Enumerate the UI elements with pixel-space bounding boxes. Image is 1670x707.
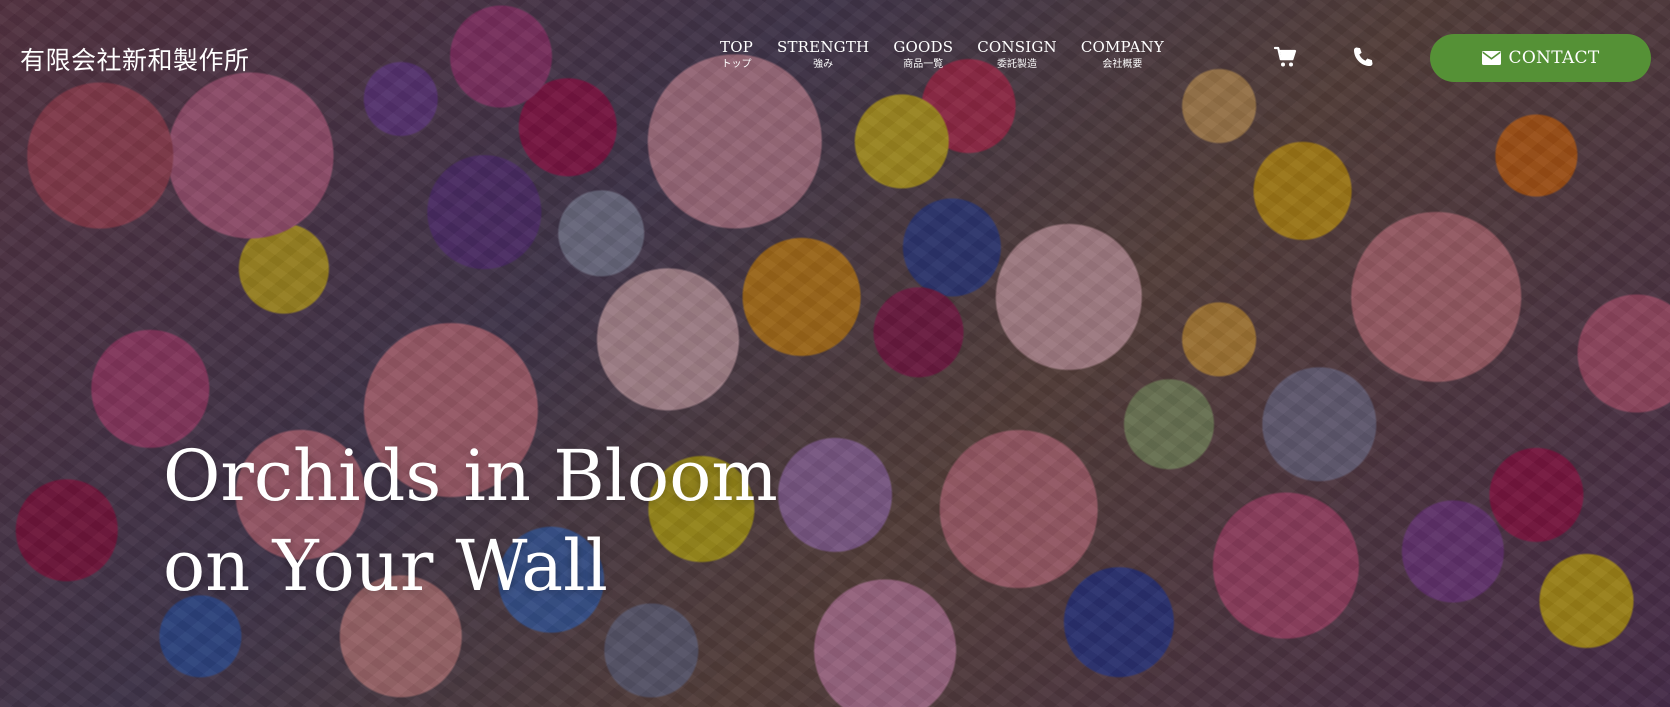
contact-label: CONTACT xyxy=(1508,48,1600,68)
headline-line-2: on Your Wall xyxy=(163,525,608,607)
nav-item-company[interactable]: COMPANY 会社概要 xyxy=(1081,38,1164,72)
hero-section: 有限会社新和製作所 TOP トップ STRENGTH 強み GOODS 商品一覧… xyxy=(0,0,1670,707)
nav-item-strength[interactable]: STRENGTH 強み xyxy=(777,38,869,72)
phone-button[interactable] xyxy=(1350,44,1376,70)
contact-button[interactable]: CONTACT xyxy=(1430,34,1651,82)
nav-item-top[interactable]: TOP トップ xyxy=(720,38,753,72)
nav-label-en: STRENGTH xyxy=(777,38,870,56)
nav-label-en: COMPANY xyxy=(1080,38,1164,56)
hero-content: 有限会社新和製作所 TOP トップ STRENGTH 強み GOODS 商品一覧… xyxy=(0,0,1670,707)
headline-line-1: Orchids in Bloom xyxy=(163,435,778,517)
envelope-icon xyxy=(1481,51,1501,65)
cart-icon xyxy=(1274,46,1297,67)
nav-label-ja: 商品一覧 xyxy=(903,59,944,70)
nav-label-ja: 委託製造 xyxy=(997,59,1038,70)
cart-button[interactable] xyxy=(1273,44,1299,70)
hero-headline: Orchids in Bloom on Your Wall xyxy=(163,431,778,611)
nav-label-ja: 会社概要 xyxy=(1102,59,1143,70)
main-nav: TOP トップ STRENGTH 強み GOODS 商品一覧 CONSIGN 委… xyxy=(720,38,1164,72)
nav-label-ja: トップ xyxy=(721,59,752,70)
nav-item-goods[interactable]: GOODS 商品一覧 xyxy=(893,38,953,72)
nav-label-ja: 強み xyxy=(813,59,834,70)
phone-icon xyxy=(1354,47,1373,66)
nav-label-en: GOODS xyxy=(893,38,954,56)
nav-label-en: TOP xyxy=(720,38,753,56)
site-logo[interactable]: 有限会社新和製作所 xyxy=(20,41,250,77)
nav-item-consign[interactable]: CONSIGN 委託製造 xyxy=(977,38,1057,72)
nav-label-en: CONSIGN xyxy=(977,38,1057,56)
